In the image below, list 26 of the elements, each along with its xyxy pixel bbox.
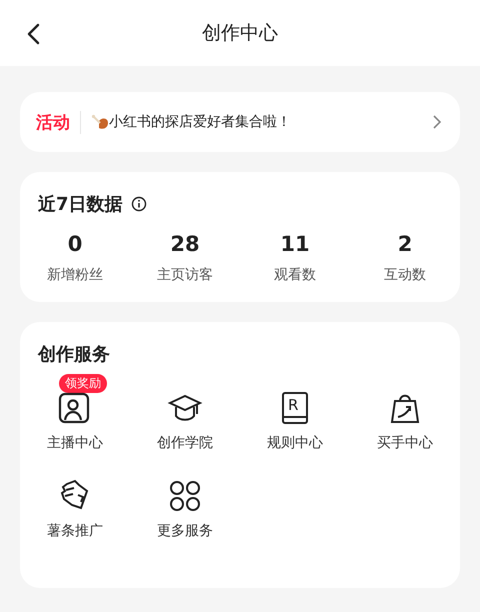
stat-label: 观看数 bbox=[273, 266, 317, 284]
stat-value: 0 bbox=[66, 232, 84, 256]
chevron-right-icon bbox=[432, 115, 442, 129]
service-item[interactable]: 薯条推广 bbox=[20, 462, 130, 540]
reward-badge: 领奖励 bbox=[59, 374, 107, 393]
service-item[interactable]: R 规则中心 bbox=[240, 374, 350, 452]
stat-value: 28 bbox=[169, 232, 201, 256]
section-title: 创作服务 bbox=[38, 343, 110, 366]
page-title: 创作中心 bbox=[202, 21, 278, 46]
stat-label: 主页访客 bbox=[156, 266, 214, 284]
service-item[interactable]: 更多服务 bbox=[130, 462, 240, 540]
more-grid-icon bbox=[167, 478, 203, 514]
activity-tag: 活动 bbox=[36, 110, 81, 134]
section-title: 近7日数据 bbox=[38, 193, 123, 216]
stat-label: 互动数 bbox=[383, 266, 427, 284]
activity-banner[interactable]: 活动 小红书的探店爱好者集合啦！ bbox=[20, 92, 460, 152]
stat-value: 11 bbox=[279, 232, 311, 256]
service-item[interactable]: 创作学院 bbox=[130, 374, 240, 452]
stat-label: 新增粉丝 bbox=[46, 266, 104, 284]
drumstick-icon bbox=[91, 113, 109, 131]
book-letter: R bbox=[288, 396, 298, 414]
info-icon[interactable] bbox=[130, 196, 147, 212]
service-item[interactable]: 买手中心 bbox=[350, 374, 460, 452]
stat-value: 2 bbox=[396, 232, 414, 256]
service-item[interactable]: 领奖励 主播中心 bbox=[20, 374, 130, 452]
activity-text: 小红书的探店爱好者集合啦！ bbox=[109, 113, 292, 131]
